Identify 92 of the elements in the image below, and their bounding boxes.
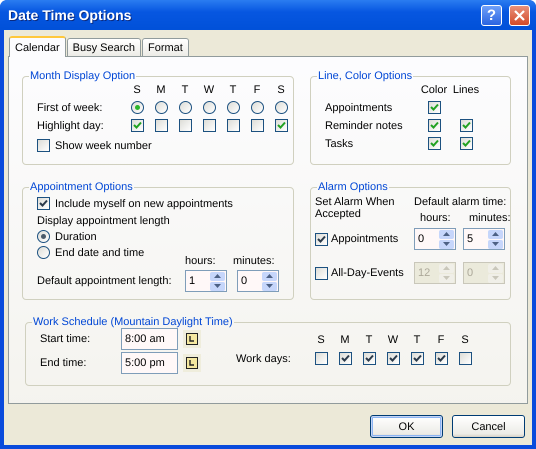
checkbox[interactable] [338,352,352,365]
checkbox[interactable] [154,119,168,132]
checkbox[interactable] [460,137,472,150]
checkbox[interactable] [37,197,50,210]
checkbox-label: Appointments [331,233,398,245]
checkbox[interactable] [428,119,440,132]
radio-label: End date and time [55,246,144,258]
day-header: F [438,334,444,346]
day-header: T [414,334,420,346]
group-title: Month Display Option [29,70,136,82]
tab[interactable]: Calendar [9,36,66,57]
ok-button[interactable]: OK [370,415,443,438]
checkbox[interactable] [250,119,264,132]
checkbox[interactable] [315,232,328,246]
group-title: Line, Color Options [317,70,414,82]
column-header: minutes: [233,255,275,267]
field-label: Default appointment length: [37,275,172,287]
clock-icon [186,333,198,345]
checkbox[interactable] [460,119,472,132]
checkbox[interactable] [386,352,400,365]
day-header: W [388,334,398,346]
group-title: Appointment Options [29,181,134,193]
field-label: First of week: [37,102,102,114]
time-field[interactable]: 8:00 am [121,328,178,350]
close-icon [514,10,525,20]
spin-field[interactable]: 0 [414,228,456,250]
time-field[interactable]: 5:00 pm [121,352,178,374]
field-label: Highlight day: [37,120,104,132]
column-header: Lines [452,84,480,96]
radio-button[interactable] [130,101,144,114]
day-header: S [133,84,141,96]
checkbox[interactable] [130,119,144,132]
spin-field[interactable]: 1 [185,270,227,292]
radio-button[interactable] [37,230,50,243]
group-title: Work Schedule (Mountain Daylight Time) [32,316,234,328]
checkbox[interactable] [458,352,472,365]
radio-button[interactable] [154,101,168,114]
day-header: W [204,84,214,96]
checkbox-label: Show week number [55,140,152,152]
checkbox[interactable] [37,139,50,152]
tab[interactable]: Format [142,38,189,56]
cancel-button[interactable]: Cancel [452,415,525,438]
field-label: Start time: [40,333,90,345]
clock-button[interactable] [183,330,201,348]
checkbox[interactable] [410,352,424,365]
radio-button[interactable] [226,101,240,114]
row-label: Tasks [325,138,354,150]
checkbox[interactable] [434,352,448,365]
column-header: hours: [185,255,216,267]
group-title: Alarm Options [317,181,389,193]
section-label: Display appointment length [37,215,170,227]
field-label: End time: [40,357,86,369]
day-header: M [156,84,166,96]
day-header: F [254,84,260,96]
day-header: T [230,84,236,96]
column-header: minutes: [469,212,511,224]
checkbox[interactable] [202,119,216,132]
day-header: M [340,334,350,346]
day-header: T [182,84,188,96]
tab[interactable]: Busy Search [66,38,142,56]
checkbox[interactable] [428,101,440,114]
checkbox[interactable] [362,352,376,365]
close-button[interactable] [509,4,530,26]
radio-label: Duration [55,230,97,242]
radio-button[interactable] [202,101,216,114]
checkbox-label: Include myself on new appointments [55,198,233,210]
checkbox[interactable] [314,352,328,365]
radio-button[interactable] [250,101,264,114]
column-header: Color [420,84,448,96]
checkbox[interactable] [226,119,240,132]
radio-button[interactable] [178,101,192,114]
day-header: S [277,84,285,96]
section-label: Set Alarm When Accepted [315,196,396,220]
day-header: S [317,334,325,346]
spin-field[interactable]: 0 [237,270,279,292]
clock-icon [186,357,198,369]
section-label: Default alarm time: [414,196,506,208]
row-label: Reminder notes [325,120,403,132]
column-header: hours: [420,212,451,224]
day-header: S [461,334,469,346]
radio-button[interactable] [37,246,50,259]
radio-button[interactable] [274,101,288,114]
field-label: Work days: [236,352,291,364]
row-label: Appointments [325,102,392,114]
checkbox[interactable] [428,137,440,150]
checkbox[interactable] [178,119,192,132]
checkbox-label: All-Day-Events [331,267,404,279]
window-title: Date Time Options [8,7,132,23]
spin-field[interactable]: 5 [463,228,505,250]
day-header: T [366,334,372,346]
checkbox[interactable] [274,119,288,132]
clock-button[interactable] [183,354,201,372]
